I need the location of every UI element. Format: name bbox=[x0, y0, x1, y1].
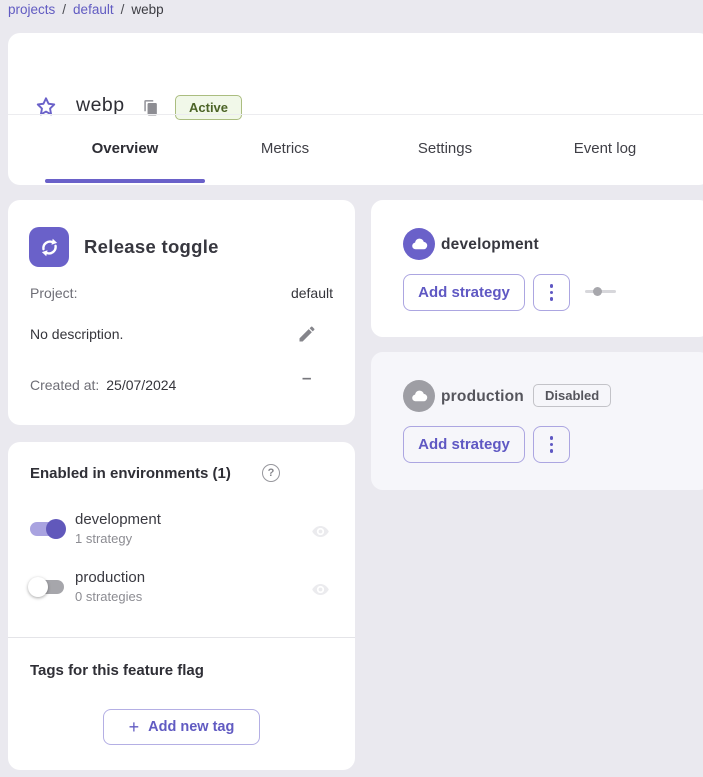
description-row: No description. bbox=[30, 326, 333, 342]
release-toggle-sync-icon bbox=[29, 227, 69, 267]
tab-metrics[interactable]: Metrics bbox=[205, 115, 365, 181]
project-label: Project: bbox=[30, 285, 77, 301]
more-options-kebab-button[interactable] bbox=[533, 426, 570, 463]
toggle-thumb bbox=[46, 519, 66, 539]
breadcrumb-separator: / bbox=[121, 2, 125, 17]
cloud-environment-icon bbox=[403, 228, 435, 260]
add-new-tag-button[interactable]: + Add new tag bbox=[103, 709, 260, 745]
development-environment-panel: development Add strategy bbox=[371, 200, 703, 337]
flag-header-card: webp Active Overview Metrics Settings Ev… bbox=[8, 33, 703, 185]
add-new-tag-label: Add new tag bbox=[148, 719, 234, 735]
eye-icon[interactable] bbox=[310, 522, 331, 541]
project-row: Project: default bbox=[30, 285, 333, 301]
production-toggle[interactable] bbox=[28, 577, 66, 597]
edit-description-icon[interactable] bbox=[297, 324, 317, 344]
toggle-thumb bbox=[28, 577, 48, 597]
more-options-kebab-button[interactable] bbox=[533, 274, 570, 311]
environment-row: development 1 strategy bbox=[75, 511, 161, 546]
add-strategy-button[interactable]: Add strategy bbox=[403, 274, 525, 311]
description-text: No description. bbox=[30, 326, 123, 342]
breadcrumb-current: webp bbox=[131, 2, 163, 17]
flag-type-title: Release toggle bbox=[84, 236, 219, 258]
breadcrumb-separator: / bbox=[62, 2, 66, 17]
environment-panel-name: development bbox=[441, 236, 539, 254]
eye-icon[interactable] bbox=[310, 580, 331, 599]
disabled-badge: Disabled bbox=[533, 384, 611, 407]
created-at-row: Created at: 25/07/2024 bbox=[30, 377, 176, 393]
environment-strategy-count: 1 strategy bbox=[75, 531, 161, 546]
environments-card: Enabled in environments (1) ? developmen… bbox=[8, 442, 355, 770]
plus-icon: + bbox=[129, 717, 140, 738]
breadcrumb: projects / default / webp bbox=[8, 2, 164, 17]
active-tab-indicator bbox=[45, 179, 205, 183]
project-value: default bbox=[291, 285, 333, 301]
created-at-value: 25/07/2024 bbox=[106, 377, 176, 393]
environments-heading: Enabled in environments (1) bbox=[30, 465, 231, 482]
breadcrumb-projects[interactable]: projects bbox=[8, 2, 55, 17]
tab-overview[interactable]: Overview bbox=[45, 115, 205, 181]
collapse-icon[interactable]: – bbox=[302, 368, 311, 388]
tab-settings[interactable]: Settings bbox=[365, 115, 525, 181]
created-at-label: Created at: bbox=[30, 377, 99, 393]
environment-name: production bbox=[75, 569, 145, 586]
tab-event-log[interactable]: Event log bbox=[525, 115, 685, 181]
section-divider bbox=[8, 637, 355, 638]
add-strategy-button[interactable]: Add strategy bbox=[403, 426, 525, 463]
development-toggle[interactable] bbox=[28, 519, 66, 539]
environment-row: production 0 strategies bbox=[75, 569, 145, 604]
flag-overview-card: Release toggle Project: default No descr… bbox=[8, 200, 355, 425]
production-environment-panel: production Disabled Add strategy bbox=[371, 352, 703, 490]
tab-bar: Overview Metrics Settings Event log bbox=[8, 115, 703, 181]
environment-strategy-count: 0 strategies bbox=[75, 589, 145, 604]
strategy-connector-icon bbox=[585, 287, 616, 296]
tags-heading: Tags for this feature flag bbox=[30, 662, 204, 679]
environment-panel-name: production bbox=[441, 388, 524, 406]
breadcrumb-default[interactable]: default bbox=[73, 2, 114, 17]
help-icon[interactable]: ? bbox=[262, 464, 280, 482]
environment-name: development bbox=[75, 511, 161, 528]
cloud-environment-icon bbox=[403, 380, 435, 412]
